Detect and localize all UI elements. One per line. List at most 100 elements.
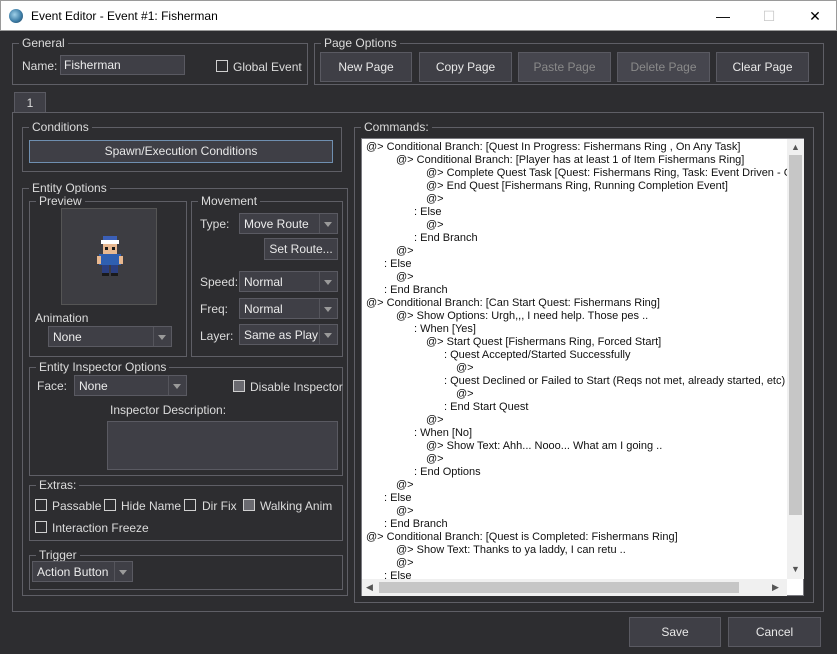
trigger-label: Trigger xyxy=(36,548,80,562)
horizontal-scrollbar[interactable]: ◀ ▶ xyxy=(362,579,787,596)
command-line[interactable]: : When [No] xyxy=(414,427,472,440)
chevron-down-icon xyxy=(319,325,337,344)
fisherman-sprite-icon xyxy=(97,236,123,276)
freq-select[interactable]: Normal xyxy=(239,298,338,319)
name-input[interactable]: Fisherman xyxy=(60,55,185,75)
command-line[interactable]: : Else xyxy=(384,492,412,505)
command-line[interactable]: : End Branch xyxy=(414,232,478,245)
command-line[interactable]: @> xyxy=(426,193,444,206)
command-line[interactable]: @> xyxy=(396,271,414,284)
command-line[interactable]: : Quest Accepted/Started Successfully xyxy=(444,349,630,362)
face-select[interactable]: None xyxy=(74,375,187,396)
global-event-label: Global Event xyxy=(233,60,302,74)
title-bar: Event Editor - Event #1: Fisherman — ☐ ✕ xyxy=(0,0,837,31)
command-line[interactable]: : End Start Quest xyxy=(444,401,528,414)
command-line[interactable]: @> xyxy=(456,362,474,375)
walking-anim-checkbox[interactable] xyxy=(243,499,255,511)
speed-label: Speed: xyxy=(200,275,239,289)
scroll-right-icon[interactable]: ▶ xyxy=(772,582,779,593)
command-line[interactable]: @> Conditional Branch: [Quest In Progres… xyxy=(366,141,740,154)
interaction-freeze-label: Interaction Freeze xyxy=(52,521,149,535)
passable-checkbox[interactable] xyxy=(35,499,47,511)
hide-name-checkbox[interactable] xyxy=(104,499,116,511)
command-line[interactable]: @> xyxy=(396,557,414,570)
scroll-left-icon[interactable]: ◀ xyxy=(366,582,373,593)
command-line[interactable]: @> xyxy=(426,453,444,466)
trigger-select[interactable]: Action Button xyxy=(32,561,133,582)
save-button[interactable]: Save xyxy=(629,617,721,647)
chevron-down-icon xyxy=(319,214,337,233)
extras-label: Extras: xyxy=(36,478,80,492)
name-label: Name: xyxy=(22,59,58,73)
command-line[interactable]: @> Start Quest [Fishermans Ring, Forced … xyxy=(426,336,661,349)
tab-page-1[interactable]: 1 xyxy=(14,92,46,113)
command-line[interactable]: @> xyxy=(396,479,414,492)
scroll-up-icon[interactable]: ▲ xyxy=(791,142,800,152)
walking-anim-label: Walking Anim xyxy=(260,499,333,513)
interaction-freeze-checkbox[interactable] xyxy=(35,521,47,533)
command-line[interactable]: @> Conditional Branch: [Player has at le… xyxy=(396,154,744,167)
command-line[interactable]: @> xyxy=(396,245,414,258)
inspector-description-textarea[interactable] xyxy=(107,421,338,470)
window-title: Event Editor - Event #1: Fisherman xyxy=(31,9,218,23)
set-route-button[interactable]: Set Route... xyxy=(264,238,338,260)
clear-page-button[interactable]: Clear Page xyxy=(716,52,809,82)
commands-list[interactable]: @> Conditional Branch: [Quest In Progres… xyxy=(361,138,804,596)
command-line[interactable]: @> xyxy=(426,414,444,427)
inspector-options-label: Entity Inspector Options xyxy=(36,360,170,374)
general-label: General xyxy=(19,36,68,50)
cancel-button[interactable]: Cancel xyxy=(728,617,821,647)
command-line[interactable]: : Quest Declined or Failed to Start (Req… xyxy=(444,375,785,388)
spawn-conditions-button[interactable]: Spawn/Execution Conditions xyxy=(29,140,333,163)
command-line[interactable]: @> Show Options: Urgh,,, I need help. Th… xyxy=(396,310,648,323)
global-event-checkbox[interactable] xyxy=(216,60,228,72)
trigger-value: Action Button xyxy=(37,565,109,579)
command-line[interactable]: @> Show Text: Thanks to ya laddy, I can … xyxy=(396,544,626,557)
command-line[interactable]: @> Complete Quest Task [Quest: Fisherman… xyxy=(426,167,787,180)
commands-lines: @> Conditional Branch: [Quest In Progres… xyxy=(362,139,787,579)
sprite-preview[interactable] xyxy=(61,208,157,305)
command-line[interactable]: @> xyxy=(396,505,414,518)
hide-name-label: Hide Name xyxy=(121,499,182,513)
command-line[interactable]: @> End Quest [Fishermans Ring, Running C… xyxy=(426,180,728,193)
command-line[interactable]: @> xyxy=(456,388,474,401)
copy-page-button[interactable]: Copy Page xyxy=(419,52,512,82)
horizontal-scroll-thumb[interactable] xyxy=(379,582,739,593)
vertical-scrollbar[interactable]: ▲ ▼ xyxy=(787,139,804,579)
command-line[interactable]: @> xyxy=(426,219,444,232)
commands-label: Commands: xyxy=(361,120,432,134)
disable-inspector-checkbox[interactable] xyxy=(233,380,245,392)
freq-label: Freq: xyxy=(200,302,229,316)
dir-fix-label: Dir Fix xyxy=(202,499,237,513)
delete-page-button[interactable]: Delete Page xyxy=(617,52,710,82)
animation-value: None xyxy=(53,330,82,344)
movement-type-value: Move Route xyxy=(244,217,309,231)
command-line[interactable]: : Else xyxy=(384,258,412,271)
minimize-button[interactable]: — xyxy=(700,1,746,31)
face-label: Face: xyxy=(37,379,68,393)
command-line[interactable]: @> Conditional Branch: [Quest is Complet… xyxy=(366,531,678,544)
scroll-down-icon[interactable]: ▼ xyxy=(791,564,800,574)
inspector-description-label: Inspector Description: xyxy=(110,403,227,417)
command-line[interactable]: : Else xyxy=(414,206,442,219)
command-line[interactable]: @> Conditional Branch: [Can Start Quest:… xyxy=(366,297,660,310)
command-line[interactable]: @> Show Text: Ahh... Nooo... What am I g… xyxy=(426,440,662,453)
dir-fix-checkbox[interactable] xyxy=(184,499,196,511)
paste-page-button[interactable]: Paste Page xyxy=(518,52,611,82)
close-button[interactable]: ✕ xyxy=(792,1,837,31)
command-line[interactable]: : End Branch xyxy=(384,518,448,531)
command-line[interactable]: : When [Yes] xyxy=(414,323,476,336)
layer-select[interactable]: Same as Play xyxy=(239,324,338,345)
command-line[interactable]: : Else xyxy=(384,570,412,579)
animation-select[interactable]: None xyxy=(48,326,172,347)
maximize-button[interactable]: ☐ xyxy=(746,1,792,31)
speed-select[interactable]: Normal xyxy=(239,271,338,292)
movement-label: Movement xyxy=(198,194,261,208)
command-line[interactable]: : End Branch xyxy=(384,284,448,297)
new-page-button[interactable]: New Page xyxy=(320,52,412,82)
freq-value: Normal xyxy=(244,302,283,316)
vertical-scroll-thumb[interactable] xyxy=(789,155,802,515)
command-line[interactable]: : End Options xyxy=(414,466,481,479)
face-value: None xyxy=(79,379,108,393)
movement-type-select[interactable]: Move Route xyxy=(239,213,338,234)
